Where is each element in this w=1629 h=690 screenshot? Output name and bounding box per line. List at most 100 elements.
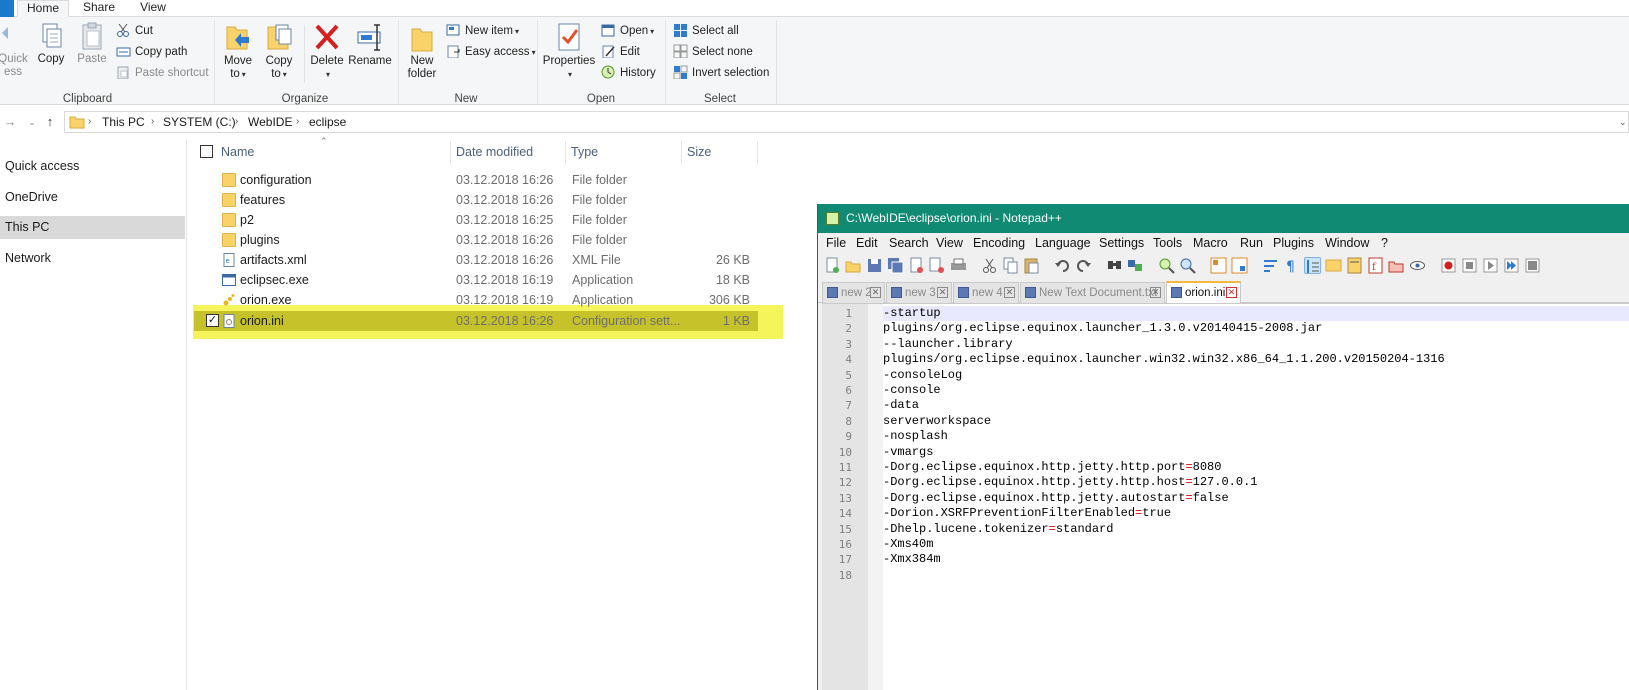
- copy-to-button[interactable]: Copy to ▾: [261, 21, 297, 81]
- menu-plugins[interactable]: Plugins: [1273, 233, 1314, 253]
- nav-onedrive[interactable]: OneDrive: [0, 186, 185, 209]
- code-line[interactable]: -Dhelp.lucene.tokenizer=standard: [883, 522, 1629, 537]
- find-replace-icon[interactable]: [1127, 257, 1144, 274]
- breadcrumb-eclipse[interactable]: eclipse: [309, 112, 346, 132]
- invert-selection-button[interactable]: Invert selection: [673, 64, 769, 82]
- copy-path-button[interactable]: Copy path: [116, 43, 187, 61]
- stop-macro-icon[interactable]: [1461, 257, 1478, 274]
- save-all-icon[interactable]: [887, 257, 904, 274]
- menu-language[interactable]: Language: [1035, 233, 1091, 253]
- save-icon[interactable]: [866, 257, 883, 274]
- new-folder-button[interactable]: New folder: [402, 21, 442, 81]
- file-row[interactable]: eclipsec.exe 03.12.2018 16:19 Applicatio…: [194, 270, 758, 290]
- close-tab-icon[interactable]: ✕: [1150, 287, 1161, 298]
- tab-new-4[interactable]: new 4 ✕: [953, 282, 1019, 303]
- new-item-button[interactable]: New item ▾: [446, 22, 519, 40]
- file-row[interactable]: configuration 03.12.2018 16:26 File fold…: [194, 170, 758, 190]
- undo-icon[interactable]: [1054, 257, 1071, 274]
- open-file-icon[interactable]: [845, 257, 862, 274]
- column-divider[interactable]: [681, 141, 682, 165]
- code-line[interactable]: -nosplash: [883, 429, 1629, 444]
- nav-this-pc[interactable]: This PC: [0, 216, 185, 239]
- open-button[interactable]: Open ▾: [601, 22, 654, 40]
- close-tab-icon[interactable]: ✕: [937, 287, 948, 298]
- paste-shortcut-button[interactable]: Paste shortcut: [116, 64, 209, 82]
- menu-tools[interactable]: Tools: [1153, 233, 1182, 253]
- recent-locations-chevron-icon[interactable]: ⌄: [24, 112, 40, 132]
- copy-button[interactable]: Copy: [34, 21, 68, 66]
- tab-view[interactable]: View: [130, 0, 176, 17]
- code-line[interactable]: serverworkspace: [883, 414, 1629, 429]
- code-line[interactable]: plugins/org.eclipse.equinox.launcher_1.3…: [883, 321, 1629, 336]
- redo-icon[interactable]: [1075, 257, 1092, 274]
- select-all-checkbox[interactable]: [200, 145, 213, 158]
- file-row[interactable]: features 03.12.2018 16:26 File folder: [194, 190, 758, 210]
- nav-quick-access[interactable]: Quick access: [0, 155, 185, 178]
- tab-new-text-document[interactable]: New Text Document.txt ✕: [1020, 282, 1165, 303]
- user-language-icon[interactable]: [1325, 257, 1342, 274]
- file-tab[interactable]: [0, 0, 14, 17]
- column-divider[interactable]: [757, 141, 758, 165]
- doc-map-icon[interactable]: [1346, 257, 1363, 274]
- new-file-icon[interactable]: [824, 257, 841, 274]
- paste-button[interactable]: Paste: [74, 21, 110, 66]
- tab-home[interactable]: Home: [17, 0, 69, 17]
- sync-horizontal-icon[interactable]: [1231, 257, 1248, 274]
- menu-search[interactable]: Search: [889, 233, 929, 253]
- menu-encoding[interactable]: Encoding: [973, 233, 1025, 253]
- close-all-icon[interactable]: [929, 257, 946, 274]
- sync-vertical-icon[interactable]: [1210, 257, 1227, 274]
- delete-button[interactable]: Delete ▾: [308, 21, 346, 81]
- npp-title-bar[interactable]: C:\WebIDE\eclipse\orion.ini - Notepad++: [818, 204, 1629, 233]
- code-line[interactable]: -Dorg.eclipse.equinox.http.jetty.http.ho…: [883, 475, 1629, 490]
- column-header-size[interactable]: Size: [687, 141, 711, 163]
- print-icon[interactable]: [950, 257, 967, 274]
- close-tab-icon[interactable]: ✕: [1226, 287, 1237, 298]
- menu-window[interactable]: Window: [1325, 233, 1369, 253]
- tab-new-3[interactable]: new 3 ✕: [886, 282, 952, 303]
- menu-edit[interactable]: Edit: [856, 233, 878, 253]
- cut-button[interactable]: Cut: [116, 22, 153, 40]
- code-line[interactable]: -Dorg.eclipse.equinox.http.jetty.autosta…: [883, 491, 1629, 506]
- column-header-name[interactable]: Name: [221, 141, 254, 163]
- zoom-in-icon[interactable]: [1158, 257, 1175, 274]
- code-line[interactable]: -Xmx384m: [883, 552, 1629, 567]
- code-line[interactable]: -Dorg.eclipse.equinox.http.jetty.http.po…: [883, 460, 1629, 475]
- menu-view[interactable]: View: [936, 233, 963, 253]
- tab-share[interactable]: Share: [76, 0, 122, 17]
- up-arrow-icon[interactable]: ↑: [42, 112, 58, 132]
- select-none-button[interactable]: Select none: [673, 43, 753, 61]
- file-row[interactable]: plugins 03.12.2018 16:26 File folder: [194, 230, 758, 250]
- easy-access-button[interactable]: Easy access ▾: [446, 43, 536, 61]
- menu-settings[interactable]: Settings: [1099, 233, 1144, 253]
- move-to-button[interactable]: Move to ▾: [220, 21, 256, 81]
- record-macro-icon[interactable]: [1440, 257, 1457, 274]
- tab-new-2[interactable]: new 2 ✕: [822, 282, 885, 303]
- file-row[interactable]: p2 03.12.2018 16:25 File folder: [194, 210, 758, 230]
- run-macro-multiple-icon[interactable]: [1503, 257, 1520, 274]
- code-line[interactable]: --launcher.library: [883, 337, 1629, 352]
- select-all-button[interactable]: Select all: [673, 22, 739, 40]
- rename-button[interactable]: Rename: [348, 21, 392, 68]
- code-line[interactable]: plugins/org.eclipse.equinox.launcher.win…: [883, 352, 1629, 367]
- edit-button[interactable]: Edit: [601, 43, 640, 61]
- nav-network[interactable]: Network: [0, 247, 185, 270]
- code-line[interactable]: -startup: [883, 306, 1629, 322]
- address-dropdown-chevron-icon[interactable]: ⌄: [1619, 112, 1627, 132]
- monitoring-eye-icon[interactable]: [1409, 257, 1426, 274]
- code-line[interactable]: -Dorion.XSRFPreventionFilterEnabled=true: [883, 506, 1629, 521]
- code-line[interactable]: -vmargs: [883, 445, 1629, 460]
- paste-doc-icon[interactable]: [1023, 257, 1040, 274]
- menu-run[interactable]: Run: [1240, 233, 1263, 253]
- indent-guide-icon[interactable]: [1304, 257, 1321, 274]
- menu-macro[interactable]: Macro: [1193, 233, 1228, 253]
- find-icon[interactable]: [1106, 257, 1123, 274]
- file-row-selected[interactable]: ✓ orion.ini 03.12.2018 16:26 Configurati…: [194, 311, 758, 331]
- column-divider[interactable]: [565, 141, 566, 165]
- code-editor[interactable]: 1 -startup 2 plugins/org.eclipse.equinox.la…: [822, 303, 1629, 690]
- tab-orion-ini[interactable]: orion.ini ✕: [1166, 281, 1241, 304]
- code-line[interactable]: [883, 568, 1629, 583]
- properties-button[interactable]: Properties ▾: [541, 21, 597, 81]
- breadcrumb-webide[interactable]: WebIDE: [248, 112, 292, 132]
- function-list-icon[interactable]: f: [1367, 257, 1384, 274]
